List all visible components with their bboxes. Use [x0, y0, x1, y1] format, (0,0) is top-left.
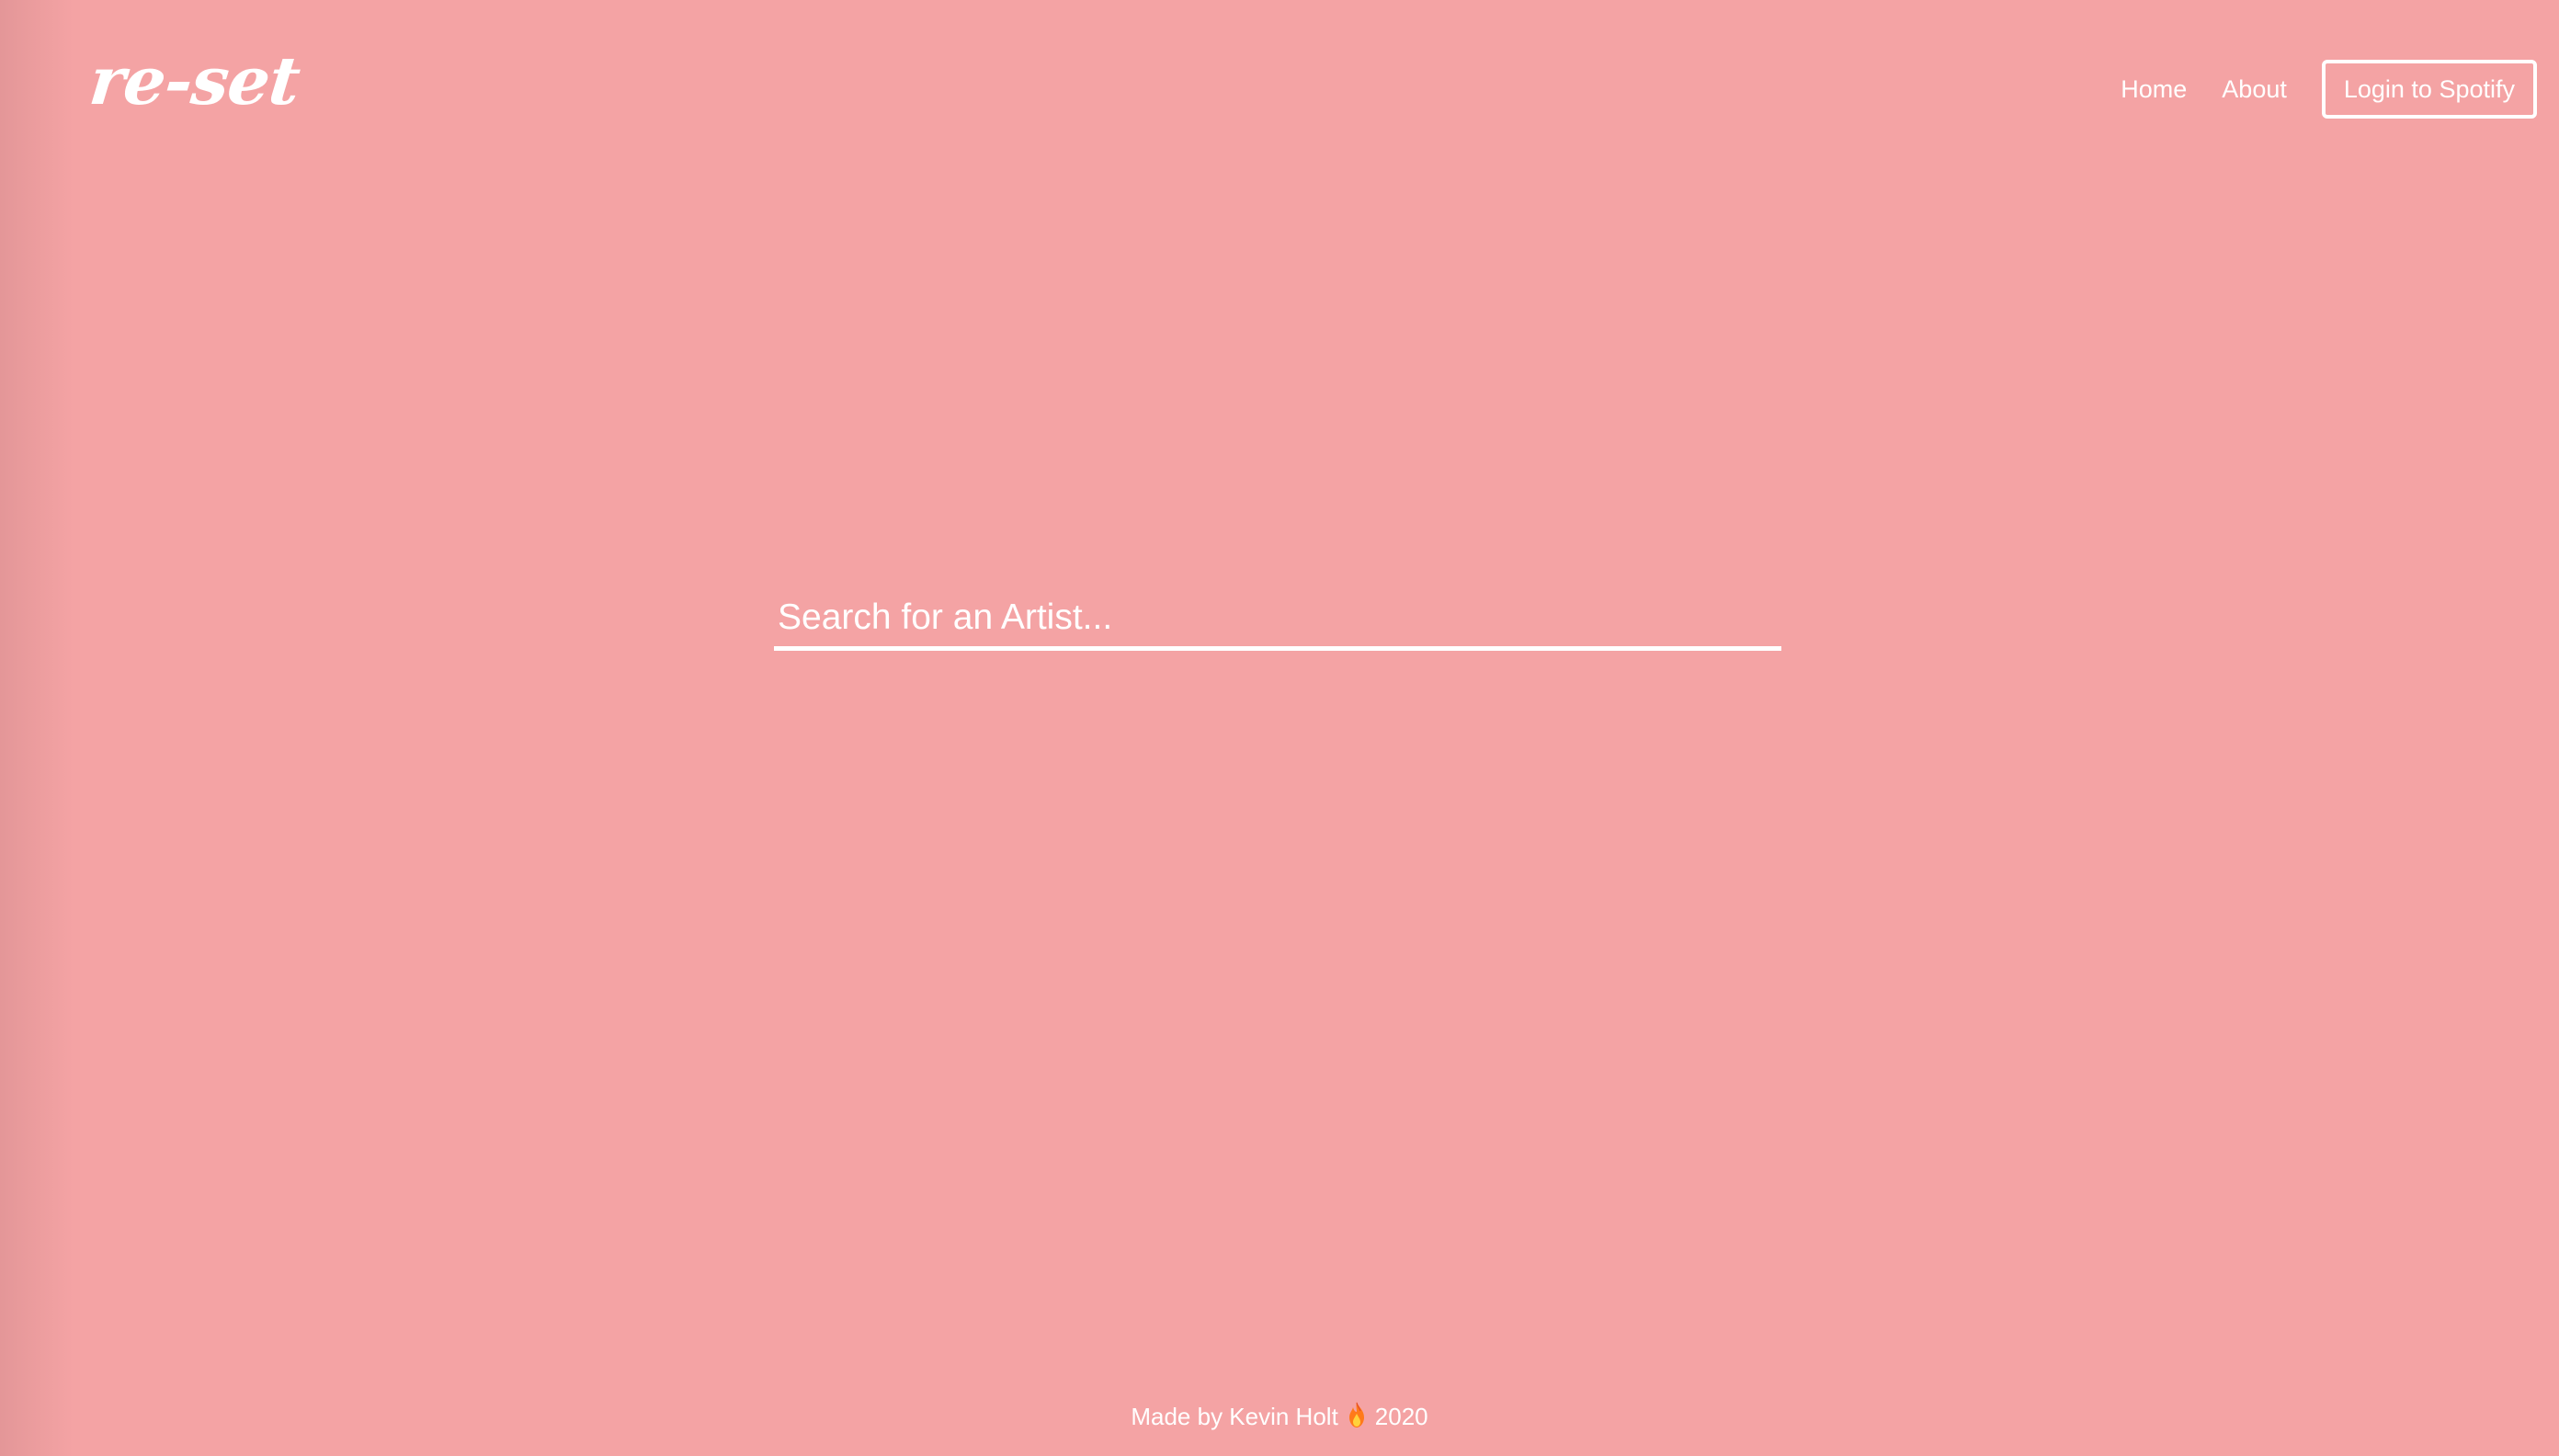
page-footer: Made by Kevin Holt 2020	[0, 1401, 2559, 1435]
search-container	[774, 588, 1781, 654]
nav-about-link[interactable]: About	[2222, 75, 2287, 104]
artist-search-input[interactable]	[774, 588, 1781, 651]
top-navbar: re-set Home About Login to Spotify	[0, 0, 2559, 184]
left-edge-shadow	[0, 0, 74, 1456]
nav-home-link[interactable]: Home	[2121, 75, 2187, 104]
brand-logo[interactable]: re-set	[86, 41, 303, 119]
footer-credit: Made by Kevin Holt	[1131, 1403, 1338, 1430]
fire-icon	[1346, 1401, 1368, 1435]
footer-year: 2020	[1374, 1403, 1428, 1430]
main-nav: Home About Login to Spotify	[2121, 59, 2537, 119]
login-spotify-button[interactable]: Login to Spotify	[2321, 60, 2537, 119]
